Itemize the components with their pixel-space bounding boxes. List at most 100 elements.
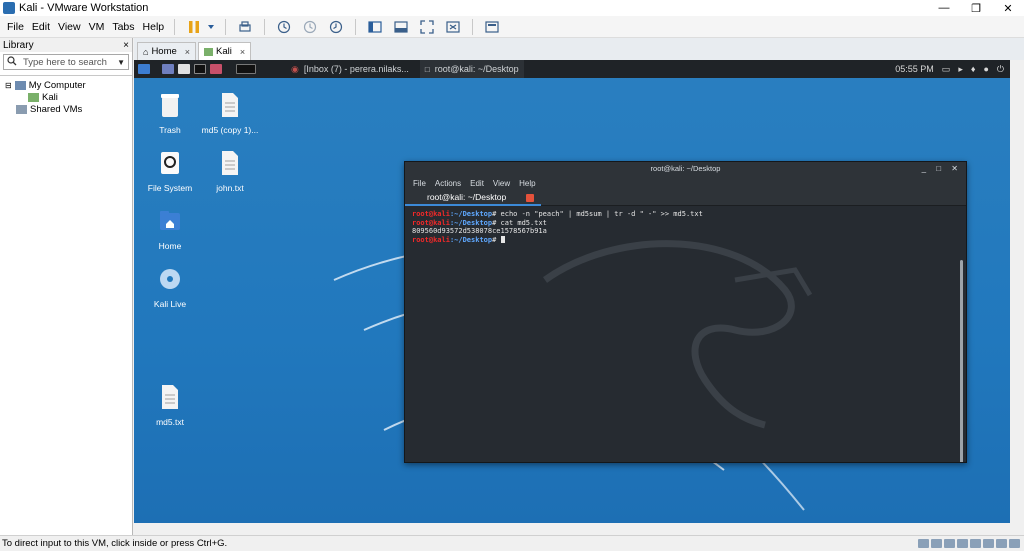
tab-close-button[interactable]: × (185, 47, 190, 57)
tree-item-shared-vms[interactable]: Shared VMs (0, 103, 132, 115)
text-cursor (500, 235, 505, 243)
terminal-menu-edit[interactable]: Edit (470, 179, 484, 188)
usb-icon[interactable] (957, 539, 968, 548)
snapshot-manager-icon[interactable] (327, 19, 345, 35)
collapse-icon[interactable]: ⊟ (5, 81, 12, 90)
terminal-title-bar[interactable]: root@kali: ~/Desktop _ □ ✕ (405, 162, 966, 176)
terminal-window[interactable]: root@kali: ~/Desktop _ □ ✕ File Actions … (404, 161, 967, 463)
tab-kali[interactable]: Kali × (198, 42, 252, 60)
browser-icon[interactable] (210, 64, 222, 74)
thumbnail-bar-icon[interactable] (392, 19, 410, 35)
sound-card-icon[interactable] (970, 539, 981, 548)
desktop-icon-md5[interactable]: md5.txt (140, 384, 200, 427)
desktop-icon-md5-copy[interactable]: md5 (copy 1)... (200, 92, 260, 135)
desktop-icon-home[interactable]: Home (140, 208, 200, 251)
terminal-tab[interactable]: root@kali: ~/Desktop (405, 190, 541, 206)
prompt-path: :~/Desktop (449, 235, 493, 244)
prompt-user: root@kali (412, 235, 450, 244)
printer-icon[interactable] (983, 539, 994, 548)
workspace-icon[interactable] (236, 64, 256, 74)
display-icon[interactable]: ▭ (942, 64, 951, 75)
taskbar-item-inbox[interactable]: ◉ [Inbox (7) - perera.nilaks... (286, 60, 414, 78)
terminal-tab-close-icon[interactable] (526, 194, 534, 202)
desktop-icon-trash[interactable]: Trash (140, 92, 200, 135)
message-icon[interactable] (1009, 539, 1020, 548)
command-text: # cat md5.txt (492, 218, 547, 227)
snapshot-icon[interactable] (275, 19, 293, 35)
hard-disk-icon[interactable] (918, 539, 929, 548)
folder-icon[interactable] (178, 64, 190, 74)
network-icon[interactable]: ● (983, 64, 988, 74)
terminal-icon[interactable] (194, 64, 206, 74)
tab-label: Home (151, 46, 177, 57)
toolbar-separator (355, 18, 357, 35)
library-tree: ⊟ My Computer Kali Shared VMs (0, 75, 132, 115)
library-search-input[interactable]: Type here to search ▼ (3, 54, 129, 70)
power-icon[interactable]: ⏻ (997, 64, 1004, 75)
command-text: # echo -n "peach" | md5sum | tr -d " -" … (492, 210, 703, 218)
terminal-tab-bar: root@kali: ~/Desktop (405, 190, 966, 206)
console-view-icon[interactable] (483, 19, 501, 35)
tree-item-kali[interactable]: Kali (0, 91, 132, 103)
drive-icon (161, 152, 179, 174)
desktop-icon-john[interactable]: john.txt (200, 150, 260, 193)
tab-home[interactable]: ⌂ Home × (137, 42, 197, 60)
kali-menu-icon[interactable] (138, 64, 150, 74)
task-label: root@kali: ~/Desktop (434, 64, 519, 74)
vm-icon (28, 92, 39, 102)
cd-drive-icon[interactable] (931, 539, 942, 548)
tree-item-my-computer[interactable]: ⊟ My Computer (0, 79, 132, 91)
power-dropdown-icon[interactable] (207, 19, 215, 35)
tree-item-label: Kali (42, 91, 58, 103)
terminal-line: root@kali:~/Desktop# echo -n "peach" | m… (412, 210, 959, 219)
mail-icon: ◉ (291, 63, 299, 74)
full-screen-icon[interactable] (418, 19, 436, 35)
pause-icon[interactable] (185, 19, 203, 35)
chevron-down-icon[interactable]: ▼ (117, 58, 125, 67)
maximize-button[interactable]: ❐ (960, 2, 992, 15)
menu-file[interactable]: File (3, 21, 28, 33)
menu-tabs[interactable]: Tabs (108, 21, 138, 33)
unity-mode-icon[interactable] (444, 19, 462, 35)
tab-close-button[interactable]: × (240, 47, 245, 57)
vm-display[interactable]: ◉ [Inbox (7) - perera.nilaks... □ root@k… (134, 60, 1010, 523)
text-file-icon (222, 151, 238, 175)
terminal-scrollbar[interactable] (960, 260, 963, 462)
desktop-icon-file-system[interactable]: File System (140, 150, 200, 193)
text-file-icon (162, 385, 178, 409)
library-close-button[interactable]: × (123, 40, 129, 51)
menu-edit[interactable]: Edit (28, 21, 54, 33)
clock[interactable]: 05:55 PM (895, 64, 934, 74)
terminal-menu-file[interactable]: File (413, 179, 426, 188)
kali-top-panel: ◉ [Inbox (7) - perera.nilaks... □ root@k… (134, 60, 1010, 78)
network-adapter-icon[interactable] (944, 539, 955, 548)
prompt-path: :~/Desktop (449, 218, 493, 227)
command-text: # (492, 235, 501, 244)
terminal-menu-help[interactable]: Help (519, 179, 535, 188)
vm-vertical-scrollbar[interactable] (1010, 60, 1024, 523)
taskbar-item-terminal[interactable]: □ root@kali: ~/Desktop (419, 60, 524, 78)
minimize-button[interactable]: — (928, 2, 960, 15)
terminal-menu-actions[interactable]: Actions (435, 179, 461, 188)
desktop-icon-kali-live[interactable]: Kali Live (140, 266, 200, 309)
menu-help[interactable]: Help (139, 21, 169, 33)
library-panel: Library × Type here to search ▼ ⊟ My Com… (0, 38, 133, 535)
window-title: Kali - VMware Workstation (19, 2, 149, 14)
terminal-window-controls[interactable]: _ □ ✕ (922, 162, 962, 176)
terminal-output[interactable]: root@kali:~/Desktop# echo -n "peach" | m… (405, 206, 966, 462)
send-ctrl-alt-del-icon[interactable] (236, 19, 254, 35)
notification-icon[interactable]: ♦ (971, 64, 976, 74)
show-library-icon[interactable] (366, 19, 384, 35)
menu-view[interactable]: View (54, 21, 85, 33)
terminal-menu-view[interactable]: View (493, 179, 510, 188)
window-title-bar: Kali - VMware Workstation — ❐ ✕ (0, 0, 1024, 16)
vm-tab-bar: ⌂ Home × Kali × (134, 38, 1024, 60)
revert-snapshot-icon[interactable] (301, 19, 319, 35)
shared-vms-icon (16, 104, 27, 114)
vm-horizontal-scrollbar[interactable] (134, 523, 1024, 535)
display-icon[interactable] (996, 539, 1007, 548)
files-icon[interactable] (162, 64, 174, 74)
menu-vm[interactable]: VM (85, 21, 109, 33)
volume-icon[interactable]: ▸ (958, 64, 963, 75)
close-button[interactable]: ✕ (992, 2, 1024, 15)
